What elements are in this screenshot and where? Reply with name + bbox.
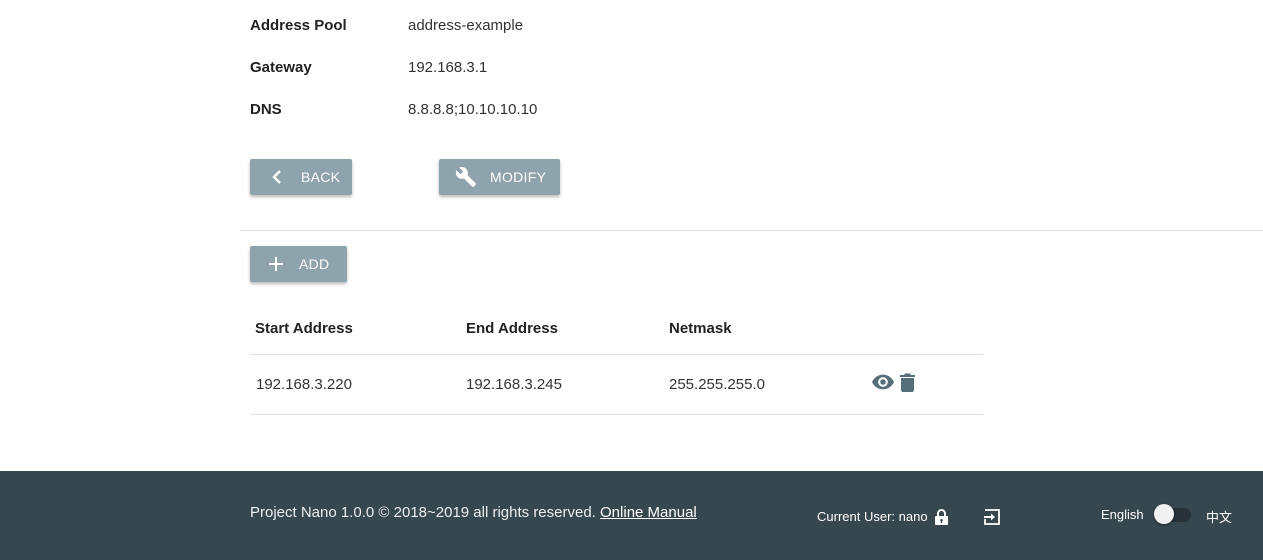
current-user-text: Current User: nano xyxy=(817,509,928,524)
back-label: BACK xyxy=(301,169,341,185)
section-divider xyxy=(240,230,1263,231)
cell-netmask: 255.255.255.0 xyxy=(669,376,765,393)
address-pool-row: Address Pool address-example xyxy=(250,15,523,35)
trash-icon[interactable] xyxy=(900,373,915,397)
logout-icon[interactable] xyxy=(984,509,1000,530)
cell-end-address: 192.168.3.245 xyxy=(466,376,562,393)
lock-icon[interactable] xyxy=(935,509,948,530)
wrench-icon xyxy=(455,166,477,188)
header-netmask: Netmask xyxy=(669,320,732,337)
online-manual-link[interactable]: Online Manual xyxy=(600,504,697,521)
dns-label: DNS xyxy=(250,100,282,118)
modify-label: MODIFY xyxy=(490,169,547,185)
copyright-text: Project Nano 1.0.0 © 2018~2019 all right… xyxy=(250,504,596,521)
footer-copyright: Project Nano 1.0.0 © 2018~2019 all right… xyxy=(250,504,697,521)
modify-button[interactable]: MODIFY xyxy=(439,159,560,195)
header-start-address: Start Address xyxy=(255,320,353,337)
add-button[interactable]: ADD xyxy=(250,246,347,282)
dns-row: DNS 8.8.8.8;10.10.10.10 xyxy=(250,99,537,119)
language-english-label: English xyxy=(1101,507,1144,522)
header-end-address: End Address xyxy=(466,320,558,337)
plus-icon xyxy=(268,257,284,271)
address-pool-value: address-example xyxy=(408,16,524,34)
language-chinese-label: 中文 xyxy=(1206,510,1233,525)
cell-start-address: 192.168.3.220 xyxy=(256,376,352,393)
chevron-left-icon xyxy=(270,170,284,184)
dns-value: 8.8.8.8;10.10.10.10 xyxy=(408,100,538,118)
table-header-divider xyxy=(250,354,983,355)
gateway-row: Gateway 192.168.3.1 xyxy=(250,57,487,77)
eye-icon[interactable] xyxy=(872,374,894,395)
footer: Project Nano 1.0.0 © 2018~2019 all right… xyxy=(0,471,1263,560)
gateway-label: Gateway xyxy=(250,58,312,76)
gateway-value: 192.168.3.1 xyxy=(408,58,488,76)
language-toggle-knob xyxy=(1154,504,1174,524)
table-row-divider xyxy=(250,414,983,415)
address-pool-label: Address Pool xyxy=(250,16,347,34)
back-button[interactable]: BACK xyxy=(250,159,352,195)
add-label: ADD xyxy=(299,256,330,272)
